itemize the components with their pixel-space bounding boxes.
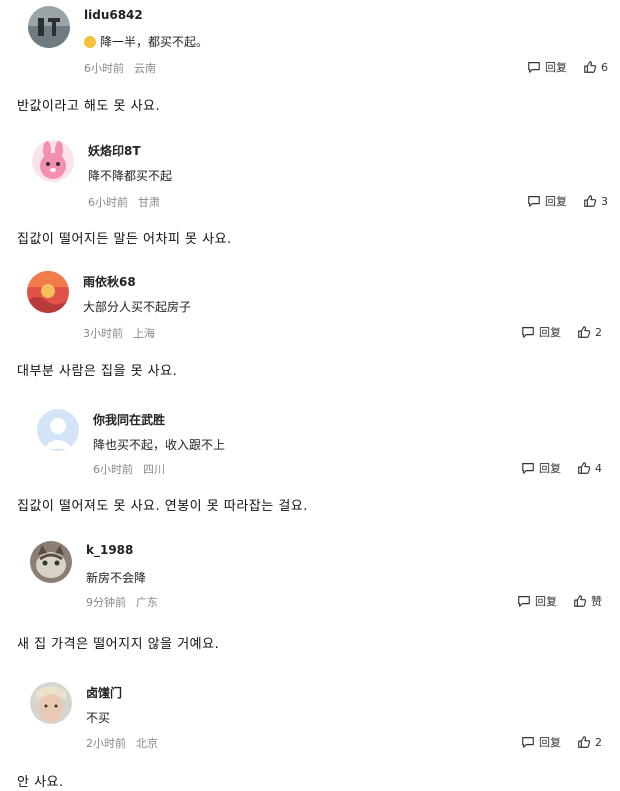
thumbs-up-icon [574, 595, 587, 607]
translation-text: 대부분 사람은 집을 못 사요. [17, 364, 178, 379]
thumbs-up-icon [584, 195, 597, 207]
translation-text: 안 사요. [17, 775, 64, 790]
comment-text: 降也买不起，收入跟不上 [93, 438, 226, 452]
reply-button[interactable]: 回复 [521, 734, 561, 750]
comment-item: 卤馐门 不买 2小时前 北京 回复 2 [0, 677, 620, 777]
comment-meta: 3小时前 上海 [83, 325, 155, 341]
avatar[interactable] [28, 6, 70, 48]
reply-label: 回复 [539, 462, 561, 475]
like-count: 3 [601, 194, 608, 208]
comment-meta: 9分钟前 广东 [86, 594, 158, 610]
reply-button[interactable]: 回复 [521, 324, 561, 340]
comment-item: k_1988 新房不会降 9分钟前 广东 回复 赞 [0, 536, 620, 636]
comment-text: 降不降都买不起 [88, 169, 173, 183]
avatar[interactable] [30, 541, 72, 583]
comment-actions: 回复 6 [527, 59, 608, 75]
username[interactable]: lidu6842 [84, 8, 143, 22]
comment-time: 2小时前 [86, 737, 126, 750]
avatar[interactable] [37, 409, 79, 451]
translation-text: 집값이 떨어져도 못 사요. 연봉이 못 따라잡는 걸요. [17, 499, 308, 514]
like-count: 2 [595, 735, 602, 749]
thumbs-up-icon [578, 326, 591, 338]
username[interactable]: 卤馐门 [86, 684, 122, 701]
translation-text: 새 집 가격은 떨어지지 않을 거예요. [17, 637, 220, 652]
like-button[interactable]: 2 [577, 325, 602, 339]
comment-meta: 6小时前 云南 [84, 60, 156, 76]
reply-button[interactable]: 回复 [517, 593, 557, 609]
username[interactable]: 妖烙印8T [88, 142, 141, 159]
comment-bubble-icon [528, 196, 540, 207]
comment-time: 3小时前 [83, 327, 123, 340]
comment-bubble-icon [518, 596, 530, 607]
avatar[interactable] [30, 682, 72, 724]
like-count: 4 [595, 461, 602, 475]
like-button[interactable]: 2 [577, 735, 602, 749]
reply-button[interactable]: 回复 [527, 59, 567, 75]
comment-time: 6小时前 [84, 62, 124, 75]
comment-text: 不买 [86, 711, 111, 725]
comment-text: 新房不会降 [86, 571, 147, 585]
comment-item: lidu6842 降一半，都买不起。 6小时前 云南 回复 6 [0, 0, 620, 100]
comment-bubble-icon [522, 463, 534, 474]
avatar[interactable] [27, 271, 69, 313]
username[interactable]: 雨依秋68 [83, 273, 136, 290]
comment-location: 甘肃 [138, 196, 160, 209]
like-count: 6 [601, 60, 608, 74]
thumbs-up-icon [584, 61, 597, 73]
like-button[interactable]: 3 [583, 194, 608, 208]
comment-item: 妖烙印8T 降不降都买不起 6小时前 甘肃 回复 3 [0, 135, 620, 235]
reply-label: 回复 [535, 595, 557, 608]
username[interactable]: 你我同在武胜 [93, 411, 165, 428]
like-button[interactable]: 赞 [573, 593, 602, 609]
like-button[interactable]: 4 [577, 461, 602, 475]
reply-label: 回复 [545, 195, 567, 208]
like-count: 赞 [591, 595, 602, 608]
comment-bubble-icon [522, 737, 534, 748]
comment-bubble-icon [528, 62, 540, 73]
comment-text: 大部分人买不起房子 [83, 300, 192, 314]
translation-text: 집값이 떨어지든 말든 어차피 못 사요. [17, 232, 232, 247]
reply-label: 回复 [545, 61, 567, 74]
reply-label: 回复 [539, 326, 561, 339]
reply-button[interactable]: 回复 [527, 193, 567, 209]
laughing-emoji-icon [84, 36, 96, 48]
thumbs-up-icon [578, 736, 591, 748]
comment-location: 四川 [143, 463, 165, 476]
comment-actions: 回复 2 [521, 324, 602, 340]
comment-text: 降一半，都买不起。 [84, 33, 208, 50]
comment-meta: 2小时前 北京 [86, 735, 158, 751]
comment-time: 6小时前 [88, 196, 128, 209]
comment-actions: 回复 2 [521, 734, 602, 750]
comment-bubble-icon [522, 327, 534, 338]
reply-button[interactable]: 回复 [521, 460, 561, 476]
translation-text: 반값이라고 해도 못 사요. [17, 99, 161, 114]
comment-item: 你我同在武胜 降也买不起，收入跟不上 6小时前 四川 回复 4 [0, 404, 620, 504]
comment-time: 9分钟前 [86, 596, 126, 609]
like-count: 2 [595, 325, 602, 339]
comment-location: 广东 [136, 596, 158, 609]
username[interactable]: k_1988 [86, 543, 133, 557]
comment-meta: 6小时前 甘肃 [88, 194, 160, 210]
avatar[interactable] [32, 140, 74, 182]
comment-actions: 回复 4 [521, 460, 602, 476]
thumbs-up-icon [578, 462, 591, 474]
comment-actions: 回复 3 [527, 193, 608, 209]
comment-location: 云南 [134, 62, 156, 75]
comment-location: 北京 [136, 737, 158, 750]
comment-location: 上海 [133, 327, 155, 340]
comment-actions: 回复 赞 [517, 593, 602, 609]
like-button[interactable]: 6 [583, 60, 608, 74]
reply-label: 回复 [539, 736, 561, 749]
comment-time: 6小时前 [93, 463, 133, 476]
comment-meta: 6小时前 四川 [93, 461, 165, 477]
comment-item: 雨依秋68 大部分人买不起房子 3小时前 上海 回复 2 [0, 266, 620, 366]
